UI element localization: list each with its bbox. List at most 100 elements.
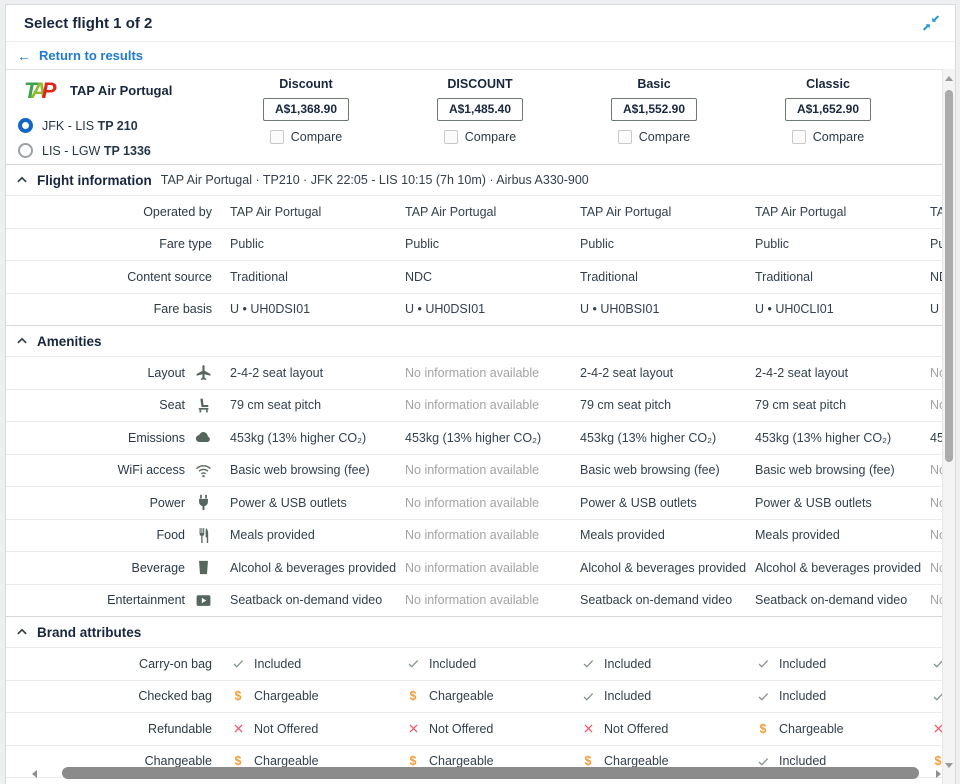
section-rows-flight-information: Operated byTAP Air PortugalTAP Air Portu… xyxy=(6,196,955,325)
flight-option-tp-1336[interactable]: LIS - LGW TP 1336 xyxy=(18,138,151,163)
table-row: RefundableNot OfferedNot OfferedNot Offe… xyxy=(6,713,955,746)
cell-value: Chargeable xyxy=(254,689,319,703)
cell-value: Not Offered xyxy=(604,722,668,736)
horizontal-scrollbar[interactable] xyxy=(32,767,941,781)
back-arrow-icon: ← xyxy=(17,48,31,64)
fare-price-button[interactable]: A$1,652.90 xyxy=(785,98,871,121)
table-cell: Power & USB outlets xyxy=(230,496,405,510)
fare-price-button[interactable]: A$1,368.90 xyxy=(263,98,349,121)
table-cell: 453kg (13% higher CO₂) xyxy=(755,431,930,445)
table-cell: Public xyxy=(405,237,580,251)
radio-button-selected[interactable] xyxy=(18,118,33,133)
cell-value: Basic web browsing (fee) xyxy=(755,463,895,477)
check-icon xyxy=(230,657,246,670)
compare-checkbox[interactable] xyxy=(618,130,632,144)
section-title: Flight information xyxy=(37,173,152,188)
compare-option: Compare xyxy=(219,130,393,144)
fare-price-button[interactable]: A$1,552.90 xyxy=(611,98,697,121)
chevron-up-icon xyxy=(16,335,28,347)
table-cell: 453kg (13% higher CO₂) xyxy=(405,431,580,445)
cross-icon xyxy=(230,722,246,735)
compare-checkbox[interactable] xyxy=(444,130,458,144)
cell-value: Alcohol & beverages provided xyxy=(580,561,746,575)
cell-value: Public xyxy=(405,237,439,251)
cell-value: Traditional xyxy=(580,270,638,284)
compare-checkbox[interactable] xyxy=(270,130,284,144)
scroll-up-arrow-icon[interactable] xyxy=(945,76,953,81)
panel-header: Select flight 1 of 2 xyxy=(6,5,955,42)
chevron-up-icon xyxy=(16,174,28,186)
row-label-text: Fare type xyxy=(159,237,212,251)
row-label: Food xyxy=(6,527,230,544)
table-cell: Included xyxy=(405,657,580,671)
cell-value: Public xyxy=(230,237,264,251)
dollar-icon: $ xyxy=(230,689,246,703)
table-row: Operated byTAP Air PortugalTAP Air Portu… xyxy=(6,196,955,229)
flight-option-label: LIS - LGW TP 1336 xyxy=(42,144,151,158)
table-cell: No information available xyxy=(405,593,580,607)
cell-value: Chargeable xyxy=(429,689,494,703)
vertical-scrollbar[interactable] xyxy=(942,69,955,784)
compare-label: Compare xyxy=(813,130,864,144)
table-row: FoodMeals providedNo information availab… xyxy=(6,520,955,553)
row-label: Content source xyxy=(6,270,230,284)
cell-value: Included xyxy=(429,657,476,671)
chevron-up-icon xyxy=(16,626,28,638)
vertical-scrollbar-thumb[interactable] xyxy=(945,90,953,462)
cell-value: Alcohol & beverages provided xyxy=(755,561,921,575)
row-label: Checked bag xyxy=(6,689,230,703)
section-title: Brand attributes xyxy=(37,625,141,640)
row-label: Entertainment xyxy=(6,592,230,609)
compare-option: Compare xyxy=(741,130,915,144)
table-cell: Not Offered xyxy=(405,722,580,736)
cell-value: Meals provided xyxy=(755,528,840,542)
return-row: ← Return to results xyxy=(6,42,955,70)
table-row: Checked bag$Chargeable$ChargeableInclude… xyxy=(6,681,955,714)
scroll-down-arrow-icon[interactable] xyxy=(945,763,953,768)
section-header-brand-attributes[interactable]: Brand attributes xyxy=(6,616,955,648)
table-row: Emissions453kg (13% higher CO₂)453kg (13… xyxy=(6,422,955,455)
compare-checkbox[interactable] xyxy=(792,130,806,144)
row-label: Fare basis xyxy=(6,302,230,316)
table-cell: Included xyxy=(230,657,405,671)
cell-value: Basic web browsing (fee) xyxy=(230,463,370,477)
return-to-results-link[interactable]: Return to results xyxy=(39,48,143,63)
flight-leg-options: JFK - LIS TP 210 LIS - LGW TP 1336 xyxy=(18,113,151,163)
table-cell: U • UH0BSI01 xyxy=(580,302,755,316)
cell-value: 453kg (13% higher CO₂) xyxy=(405,431,541,445)
cell-value: 79 cm seat pitch xyxy=(580,398,671,412)
table-cell: No information available xyxy=(405,561,580,575)
cell-value: Power & USB outlets xyxy=(755,496,872,510)
fare-price-button[interactable]: A$1,485.40 xyxy=(437,98,523,121)
cell-value: Included xyxy=(254,657,301,671)
table-cell: 79 cm seat pitch xyxy=(580,398,755,412)
table-cell: Alcohol & beverages provided xyxy=(230,561,405,575)
flight-option-tp-210[interactable]: JFK - LIS TP 210 xyxy=(18,113,151,138)
cell-value: 2-4-2 seat layout xyxy=(230,366,323,380)
cell-value: Power & USB outlets xyxy=(230,496,347,510)
cell-value: Basic web browsing (fee) xyxy=(580,463,720,477)
fare-column-1: DISCOUNTA$1,485.40Compare xyxy=(393,77,567,144)
table-cell: Public xyxy=(580,237,755,251)
collapse-icon[interactable] xyxy=(921,13,941,33)
row-label-text: Content source xyxy=(127,270,212,284)
fare-name: Discount xyxy=(219,77,393,94)
table-cell: TAP Air Portugal xyxy=(755,205,930,219)
radio-button[interactable] xyxy=(18,143,33,158)
horizontal-scrollbar-thumb[interactable] xyxy=(62,767,919,779)
section-header-amenities[interactable]: Amenities xyxy=(6,325,955,357)
section-header-flight-information[interactable]: Flight informationTAP Air Portugal · TP2… xyxy=(6,164,955,196)
table-cell: TAP Air Portugal xyxy=(580,205,755,219)
table-cell: Public xyxy=(755,237,930,251)
scroll-left-arrow-icon[interactable] xyxy=(32,770,37,778)
scroll-right-arrow-icon[interactable] xyxy=(936,770,941,778)
table-cell: $Chargeable xyxy=(405,689,580,703)
fare-column-2: BasicA$1,552.90Compare xyxy=(567,77,741,144)
table-cell: 453kg (13% higher CO₂) xyxy=(580,431,755,445)
cell-value: Included xyxy=(779,689,826,703)
row-label: Emissions xyxy=(6,429,230,446)
fare-name: Classic xyxy=(741,77,915,94)
power-icon xyxy=(195,494,212,511)
cell-value: 79 cm seat pitch xyxy=(230,398,321,412)
compare-option: Compare xyxy=(393,130,567,144)
